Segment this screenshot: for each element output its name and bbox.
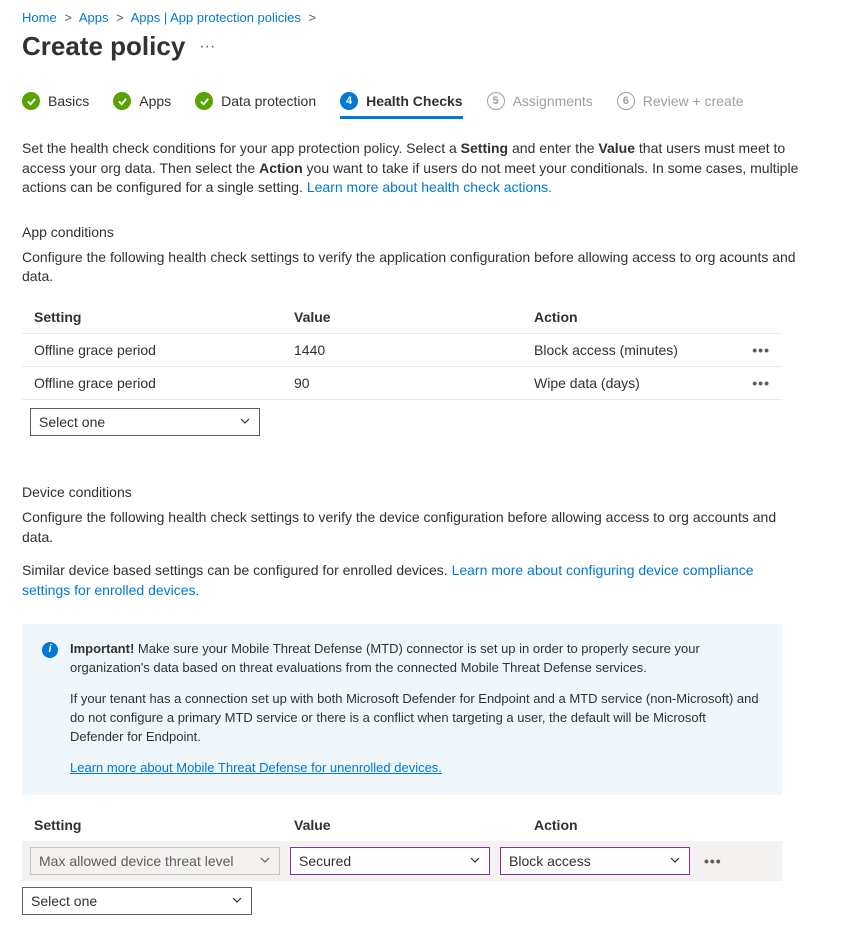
tab-apps[interactable]: Apps	[113, 92, 171, 119]
breadcrumb-home[interactable]: Home	[22, 10, 57, 25]
check-icon	[22, 92, 40, 110]
tab-review-create[interactable]: 6 Review + create	[617, 92, 744, 119]
col-action: Action	[534, 817, 744, 833]
table-row: Select one	[22, 399, 782, 444]
device-conditions-desc: Configure the following health check set…	[22, 508, 802, 547]
step-label: Assignments	[513, 93, 593, 109]
select-placeholder: Select one	[31, 893, 97, 909]
col-setting: Setting	[22, 301, 282, 334]
col-value: Value	[282, 301, 522, 334]
select-value: Max allowed device threat level	[39, 853, 234, 869]
col-value: Value	[294, 817, 534, 833]
col-setting: Setting	[34, 817, 294, 833]
device-action-select[interactable]: Block access	[500, 847, 690, 875]
cell-value: 1440	[282, 333, 522, 366]
chevron-down-icon	[469, 853, 481, 869]
wizard-stepper: Basics Apps Data protection 4 Health Che…	[22, 92, 821, 119]
check-icon	[195, 92, 213, 110]
device-setting-select[interactable]: Max allowed device threat level	[30, 847, 280, 875]
device-conditions-title: Device conditions	[22, 484, 821, 500]
step-label: Data protection	[221, 93, 316, 109]
table-row: Offline grace period 1440 Block access (…	[22, 333, 782, 366]
cell-setting: Offline grace period	[22, 333, 282, 366]
step-label: Review + create	[643, 93, 744, 109]
cell-action: Wipe data (days)	[522, 366, 740, 399]
chevron-down-icon	[231, 893, 243, 909]
intro-text: Set the health check conditions for your…	[22, 139, 802, 198]
device-condition-select[interactable]: Select one	[22, 887, 252, 915]
row-more-icon[interactable]: •••	[740, 366, 782, 399]
device-value-select[interactable]: Secured	[290, 847, 490, 875]
table-row: Offline grace period 90 Wipe data (days)…	[22, 366, 782, 399]
select-value: Secured	[299, 853, 351, 869]
cell-action: Block access (minutes)	[522, 333, 740, 366]
tab-assignments[interactable]: 5 Assignments	[487, 92, 593, 119]
cell-value: 90	[282, 366, 522, 399]
step-label: Apps	[139, 93, 171, 109]
app-conditions-title: App conditions	[22, 224, 821, 240]
select-placeholder: Select one	[39, 414, 105, 430]
step-label: Health Checks	[366, 93, 462, 109]
device-conditions-table: Setting Value Action Max allowed device …	[22, 817, 782, 915]
tab-data-protection[interactable]: Data protection	[195, 92, 316, 119]
breadcrumb: Home > Apps > Apps | App protection poli…	[22, 10, 821, 25]
page-title: Create policy	[22, 31, 185, 62]
step-number-icon: 4	[340, 92, 358, 110]
cell-setting: Offline grace period	[22, 366, 282, 399]
info-icon: i	[42, 642, 58, 658]
select-value: Block access	[509, 853, 591, 869]
chevron-down-icon	[259, 853, 271, 869]
step-number-icon: 5	[487, 92, 505, 110]
table-row: Max allowed device threat level Secured …	[22, 841, 782, 881]
breadcrumb-policies[interactable]: Apps | App protection policies	[131, 10, 301, 25]
app-condition-select[interactable]: Select one	[30, 408, 260, 436]
device-similar-text: Similar device based settings can be con…	[22, 561, 802, 600]
breadcrumb-apps[interactable]: Apps	[79, 10, 109, 25]
more-actions-icon[interactable]: ···	[199, 39, 215, 55]
chevron-right-icon: >	[64, 10, 72, 25]
tab-health-checks[interactable]: 4 Health Checks	[340, 92, 462, 119]
step-number-icon: 6	[617, 92, 635, 110]
check-icon	[113, 92, 131, 110]
chevron-right-icon: >	[309, 10, 317, 25]
chevron-down-icon	[669, 853, 681, 869]
chevron-down-icon	[239, 414, 251, 430]
chevron-right-icon: >	[116, 10, 124, 25]
app-conditions-desc: Configure the following health check set…	[22, 248, 802, 287]
app-conditions-table: Setting Value Action Offline grace perio…	[22, 301, 782, 444]
row-more-icon[interactable]: •••	[740, 333, 782, 366]
col-action: Action	[522, 301, 740, 334]
learn-more-mtd-link[interactable]: Learn more about Mobile Threat Defense f…	[70, 760, 442, 775]
learn-more-health-check-link[interactable]: Learn more about health check actions.	[307, 179, 552, 195]
step-label: Basics	[48, 93, 89, 109]
tab-basics[interactable]: Basics	[22, 92, 89, 119]
row-more-icon[interactable]: •••	[704, 853, 722, 869]
mtd-info-callout: i Important! Make sure your Mobile Threa…	[22, 624, 782, 795]
